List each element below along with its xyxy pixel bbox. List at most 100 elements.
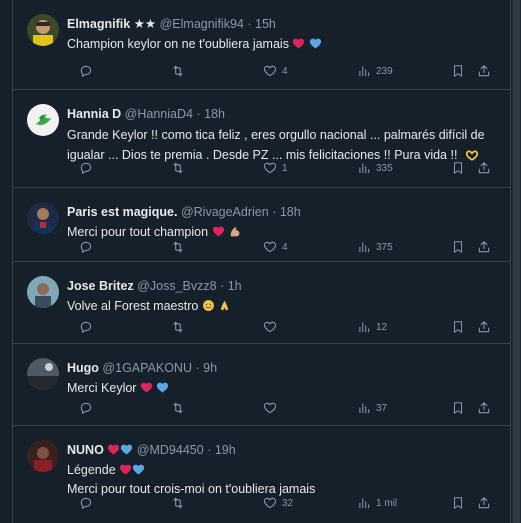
like-button[interactable]: 32	[263, 494, 293, 512]
avatar[interactable]	[27, 358, 59, 390]
bookmark-button[interactable]	[451, 238, 465, 256]
name-badge: ★★	[133, 17, 157, 31]
tweet-text: Merci Keylor	[67, 379, 507, 398]
timestamp[interactable]: 15h	[255, 17, 276, 31]
handle[interactable]: @RivageAdrien	[181, 205, 269, 219]
views-button[interactable]: 37	[357, 399, 387, 417]
like-count: 32	[282, 497, 294, 509]
display-name[interactable]: NUNO	[67, 443, 104, 457]
view-count: 375	[376, 241, 393, 253]
tweet-nuno[interactable]: NUNO @MD94450 · 19h Légende Merci pour t…	[13, 426, 510, 523]
share-button[interactable]	[477, 62, 491, 80]
red-heart-icon	[140, 382, 153, 393]
reply-button[interactable]	[79, 399, 98, 417]
reply-button[interactable]	[79, 62, 98, 80]
share-button[interactable]	[477, 318, 491, 336]
reply-button[interactable]	[79, 318, 98, 336]
avatar[interactable]	[27, 276, 59, 308]
bookmark-button[interactable]	[451, 62, 465, 80]
bookmark-icon	[453, 321, 463, 333]
retweet-button[interactable]	[171, 159, 190, 177]
share-button[interactable]	[477, 494, 491, 512]
tweet-line: Légende	[67, 463, 116, 477]
handle[interactable]: @Joss_Bvzz8	[137, 279, 216, 293]
display-name[interactable]: Paris est magique.	[67, 205, 177, 219]
bar-chart-icon	[359, 322, 370, 333]
reply-feed: Elmagnifik ★★ @Elmagnifik94 · 15h Champi…	[12, 0, 511, 523]
separator: ·	[196, 107, 201, 121]
heart-icon	[263, 65, 277, 77]
like-button[interactable]: 4	[263, 62, 288, 80]
tweet-elmagnifik[interactable]: Elmagnifik ★★ @Elmagnifik94 · 15h Champi…	[13, 0, 510, 90]
handle[interactable]: @Elmagnifik94	[160, 17, 244, 31]
like-button[interactable]: 4	[263, 238, 288, 256]
view-count: 12	[376, 321, 388, 333]
tweet-paris-est-magique[interactable]: Paris est magique. @RivageAdrien · 18h M…	[13, 188, 510, 262]
avatar[interactable]	[27, 14, 59, 46]
reply-button[interactable]	[79, 159, 98, 177]
retweet-button[interactable]	[171, 399, 190, 417]
retweet-button[interactable]	[171, 238, 190, 256]
bookmark-button[interactable]	[451, 159, 465, 177]
bookmark-button[interactable]	[451, 318, 465, 336]
like-button[interactable]	[263, 318, 282, 336]
separator: ·	[207, 443, 212, 457]
retweet-button[interactable]	[171, 62, 190, 80]
tweet-actions: 4 375	[67, 238, 497, 256]
avatar[interactable]	[27, 104, 59, 136]
bookmark-icon	[453, 402, 463, 414]
blue-heart-icon	[309, 38, 322, 49]
share-button[interactable]	[477, 399, 491, 417]
tweet-hugo[interactable]: Hugo @1GAPAKONU · 9h Merci Keylor 37	[13, 344, 510, 426]
tweet-line: Merci Keylor	[67, 381, 137, 395]
views-button[interactable]: 12	[357, 318, 387, 336]
red-heart-icon	[120, 464, 132, 475]
timestamp[interactable]: 1h	[228, 279, 242, 293]
timestamp[interactable]: 18h	[280, 205, 301, 219]
views-button[interactable]: 1 mil	[357, 494, 397, 512]
separator: ·	[220, 279, 225, 293]
share-icon	[478, 321, 490, 333]
blue-heart-icon	[133, 464, 145, 475]
tweet-hannia[interactable]: Hannia D @HanniaD4 · 18h Grande Keylor !…	[13, 90, 510, 188]
view-count: 335	[376, 162, 393, 174]
display-name[interactable]: Hannia D	[67, 107, 121, 121]
tweet-line: Grande Keylor !! como tica feliz , eres …	[67, 128, 485, 142]
handle[interactable]: @MD94450	[137, 443, 204, 457]
share-icon	[478, 162, 490, 174]
bar-chart-icon	[359, 403, 370, 414]
bar-chart-icon	[359, 498, 370, 509]
separator: ·	[272, 205, 277, 219]
like-button[interactable]: 1	[263, 159, 288, 177]
handle[interactable]: @1GAPAKONU	[102, 361, 192, 375]
tweet-jose-britez[interactable]: Jose Britez @Joss_Bvzz8 · 1h Volve al Fo…	[13, 262, 510, 344]
views-button[interactable]: 375	[357, 238, 393, 256]
reply-button[interactable]	[79, 238, 98, 256]
display-name[interactable]: Jose Britez	[67, 279, 134, 293]
retweet-button[interactable]	[171, 494, 190, 512]
display-name[interactable]: Hugo	[67, 361, 99, 375]
share-button[interactable]	[477, 238, 491, 256]
display-name[interactable]: Elmagnifik	[67, 17, 130, 31]
scrollbar-track[interactable]	[512, 0, 521, 523]
flexed-biceps-icon	[230, 227, 240, 237]
scrollbar-thumb[interactable]	[513, 0, 520, 523]
bookmark-button[interactable]	[451, 494, 465, 512]
view-count: 239	[376, 65, 393, 77]
retweet-button[interactable]	[171, 318, 190, 336]
retweet-icon	[173, 321, 183, 333]
reply-icon	[80, 321, 92, 333]
timestamp[interactable]: 9h	[203, 361, 217, 375]
bookmark-icon	[453, 162, 463, 174]
views-button[interactable]: 335	[357, 159, 393, 177]
timestamp[interactable]: 18h	[204, 107, 225, 121]
share-button[interactable]	[477, 159, 491, 177]
views-button[interactable]: 239	[357, 62, 393, 80]
reply-button[interactable]	[79, 494, 98, 512]
avatar[interactable]	[27, 202, 59, 234]
like-button[interactable]	[263, 399, 282, 417]
handle[interactable]: @HanniaD4	[125, 107, 193, 121]
bookmark-button[interactable]	[451, 399, 465, 417]
avatar[interactable]	[27, 440, 59, 472]
timestamp[interactable]: 19h	[215, 443, 236, 457]
